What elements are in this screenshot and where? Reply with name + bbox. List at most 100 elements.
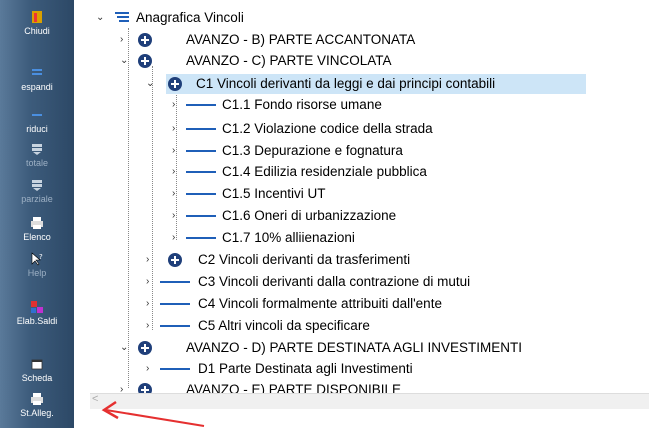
chevron-right-icon[interactable]: › — [172, 228, 175, 248]
tree-node-avanzo-d[interactable]: ⌄ AVANZO - D) PARTE DESTINATA AGLI INVES… — [90, 338, 649, 358]
printer-icon — [31, 393, 43, 405]
elenco-label: Elenco — [23, 232, 51, 242]
scheda-label: Scheda — [21, 373, 53, 383]
print-total-icon — [32, 144, 42, 155]
leaf-dash-icon — [160, 303, 190, 305]
chevron-right-icon[interactable]: › — [172, 162, 175, 182]
tree-node-root[interactable]: ⌄ Anagrafica Vincoli — [90, 8, 649, 28]
expand-icon — [32, 69, 42, 75]
collapse-icon — [32, 114, 42, 116]
chevron-right-icon[interactable]: › — [146, 272, 149, 292]
leaf-dash-icon — [160, 368, 190, 370]
list-root-icon — [115, 12, 129, 22]
chevron-down-icon[interactable]: ⌄ — [120, 338, 128, 358]
tree-node-c1-3[interactable]: › C1.3 Depurazione e fognatura — [172, 141, 572, 161]
tree-node-label: AVANZO - C) PARTE VINCOLATA — [186, 53, 392, 68]
printer-icon — [31, 217, 43, 229]
toolbar-sidebar: Chiudi espandi riduci totale parziale El… — [0, 0, 74, 428]
elab-saldi-label: Elab.Saldi — [16, 316, 58, 326]
tree-node-c1-1[interactable]: › C1.1 Fondo risorse umane — [172, 95, 572, 115]
print-partial-icon — [32, 180, 42, 191]
scheda-button[interactable]: Scheda — [0, 357, 74, 383]
chevron-right-icon[interactable]: › — [172, 184, 175, 204]
tree-node-c1-2[interactable]: › C1.2 Violazione codice della strada — [172, 119, 572, 139]
chiudi-button[interactable]: Chiudi — [0, 10, 74, 36]
chevron-down-icon[interactable]: ⌄ — [120, 51, 128, 71]
leaf-dash-icon — [186, 128, 216, 130]
tree-guide — [128, 28, 129, 388]
leaf-dash-icon — [160, 281, 190, 283]
tree-node-label: C4 Vincoli formalmente attribuiti dall'e… — [198, 296, 442, 311]
tree-node-label: C5 Altri vincoli da specificare — [198, 318, 370, 333]
tree-node-c1-5[interactable]: › C1.5 Incentivi UT — [172, 184, 572, 204]
st-alleg-label: St.Alleg. — [20, 408, 54, 418]
parziale-button[interactable]: parziale — [0, 178, 74, 204]
tree-node-label: C3 Vincoli derivanti dalla contrazione d… — [198, 274, 471, 289]
leaf-dash-icon — [160, 325, 190, 327]
tree-node-label: D1 Parte Destinata agli Investimenti — [198, 361, 413, 376]
chevron-right-icon[interactable]: › — [146, 359, 149, 379]
totale-label: totale — [25, 158, 49, 168]
tree-node-label: C1.3 Depurazione e fognatura — [222, 143, 403, 158]
tree-node-c3[interactable]: › C3 Vincoli derivanti dalla contrazione… — [146, 272, 626, 292]
elab-saldi-button[interactable]: Elab.Saldi — [0, 300, 74, 326]
tree-node-label: C1 Vincoli derivanti da leggi e dai prin… — [196, 76, 496, 91]
chevron-right-icon[interactable]: › — [120, 30, 123, 50]
chiudi-label: Chiudi — [24, 26, 50, 36]
riduci-button[interactable]: riduci — [0, 108, 74, 134]
tree-node-label: Anagrafica Vincoli — [136, 10, 244, 25]
tree-node-c5[interactable]: › C5 Altri vincoli da specificare — [146, 316, 626, 336]
chevron-right-icon[interactable]: › — [146, 250, 149, 270]
plus-circle-icon — [138, 341, 152, 355]
parziale-label: parziale — [21, 194, 53, 204]
chevron-right-icon[interactable]: › — [172, 206, 175, 226]
plus-circle-icon — [138, 33, 152, 47]
tree-node-c1[interactable]: ⌄ C1 Vincoli derivanti da leggi e dai pr… — [146, 74, 586, 94]
tree-node-label: AVANZO - E) PARTE DISPONIBILE — [186, 382, 402, 393]
chevron-down-icon[interactable]: ⌄ — [96, 8, 104, 28]
tree-node-d1[interactable]: › D1 Parte Destinata agli Investimenti — [146, 359, 626, 379]
plus-circle-icon — [168, 77, 182, 91]
chevron-right-icon[interactable]: › — [146, 316, 149, 336]
help-label: Help — [27, 268, 47, 278]
tree-node-label: C1.6 Oneri di urbanizzazione — [222, 208, 397, 223]
leaf-dash-icon — [186, 150, 216, 152]
process-balances-icon — [31, 301, 43, 313]
tree-node-label: C1.1 Fondo risorse umane — [222, 97, 382, 112]
tree-node-avanzo-b[interactable]: › AVANZO - B) PARTE ACCANTONATA — [90, 30, 649, 50]
tree-node-label: C2 Vincoli derivanti da trasferimenti — [198, 252, 411, 267]
tree-node-c1-4[interactable]: › C1.4 Edilizia residenziale pubblica — [172, 162, 572, 182]
leaf-dash-icon — [186, 193, 216, 195]
st-alleg-button[interactable]: St.Alleg. — [0, 392, 74, 418]
tree-node-label: AVANZO - D) PARTE DESTINATA AGLI INVESTI… — [186, 340, 523, 355]
chevron-right-icon[interactable]: › — [172, 141, 175, 161]
elenco-button[interactable]: Elenco — [0, 216, 74, 242]
leaf-dash-icon — [186, 237, 216, 239]
leaf-dash-icon — [186, 104, 216, 106]
tree-node-label: C1.4 Edilizia residenziale pubblica — [222, 164, 427, 179]
plus-circle-icon — [168, 253, 182, 267]
tree-node-avanzo-c[interactable]: ⌄ AVANZO - C) PARTE VINCOLATA — [90, 51, 649, 71]
chevron-right-icon[interactable]: › — [172, 119, 175, 139]
tree-node-c1-7[interactable]: › C1.7 10% alliienazioni — [172, 228, 572, 248]
leaf-dash-icon — [186, 171, 216, 173]
chevron-right-icon[interactable]: › — [146, 294, 149, 314]
leaf-dash-icon — [186, 215, 216, 217]
tree-node-label: C1.7 10% alliienazioni — [222, 230, 355, 245]
help-cursor-icon: ? — [31, 252, 43, 266]
totale-button[interactable]: totale — [0, 142, 74, 168]
tree-node-c4[interactable]: › C4 Vincoli formalmente attribuiti dall… — [146, 294, 626, 314]
help-button[interactable]: ? Help — [0, 252, 74, 278]
tree-node-c1-6[interactable]: › C1.6 Oneri di urbanizzazione — [172, 206, 572, 226]
plus-circle-icon — [138, 54, 152, 68]
tree-node-label: AVANZO - B) PARTE ACCANTONATA — [186, 32, 416, 47]
vincoli-tree: ⌄ Anagrafica Vincoli › AVANZO - B) PARTE… — [90, 0, 649, 393]
chevron-right-icon[interactable]: › — [172, 95, 175, 115]
chevron-down-icon[interactable]: ⌄ — [146, 74, 154, 94]
tree-node-label: C1.2 Violazione codice della strada — [222, 121, 433, 136]
espandi-label: espandi — [21, 82, 53, 92]
exit-door-icon — [32, 11, 42, 23]
tree-node-c2[interactable]: › C2 Vincoli derivanti da trasferimenti — [146, 250, 566, 270]
annotation-arrow-icon — [101, 400, 205, 427]
espandi-button[interactable]: espandi — [0, 66, 74, 92]
